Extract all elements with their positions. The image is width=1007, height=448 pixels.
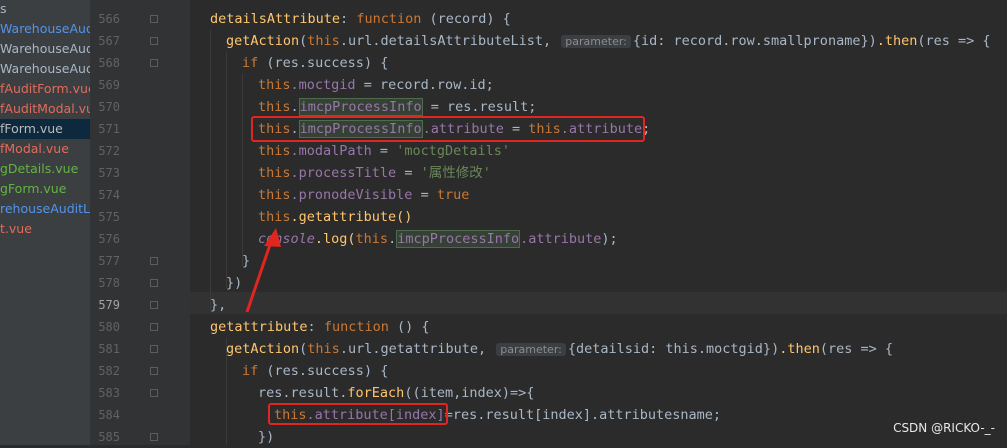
watermark: CSDN @RICKO-_- (893, 421, 995, 435)
annotation-arrow (245, 228, 281, 313)
